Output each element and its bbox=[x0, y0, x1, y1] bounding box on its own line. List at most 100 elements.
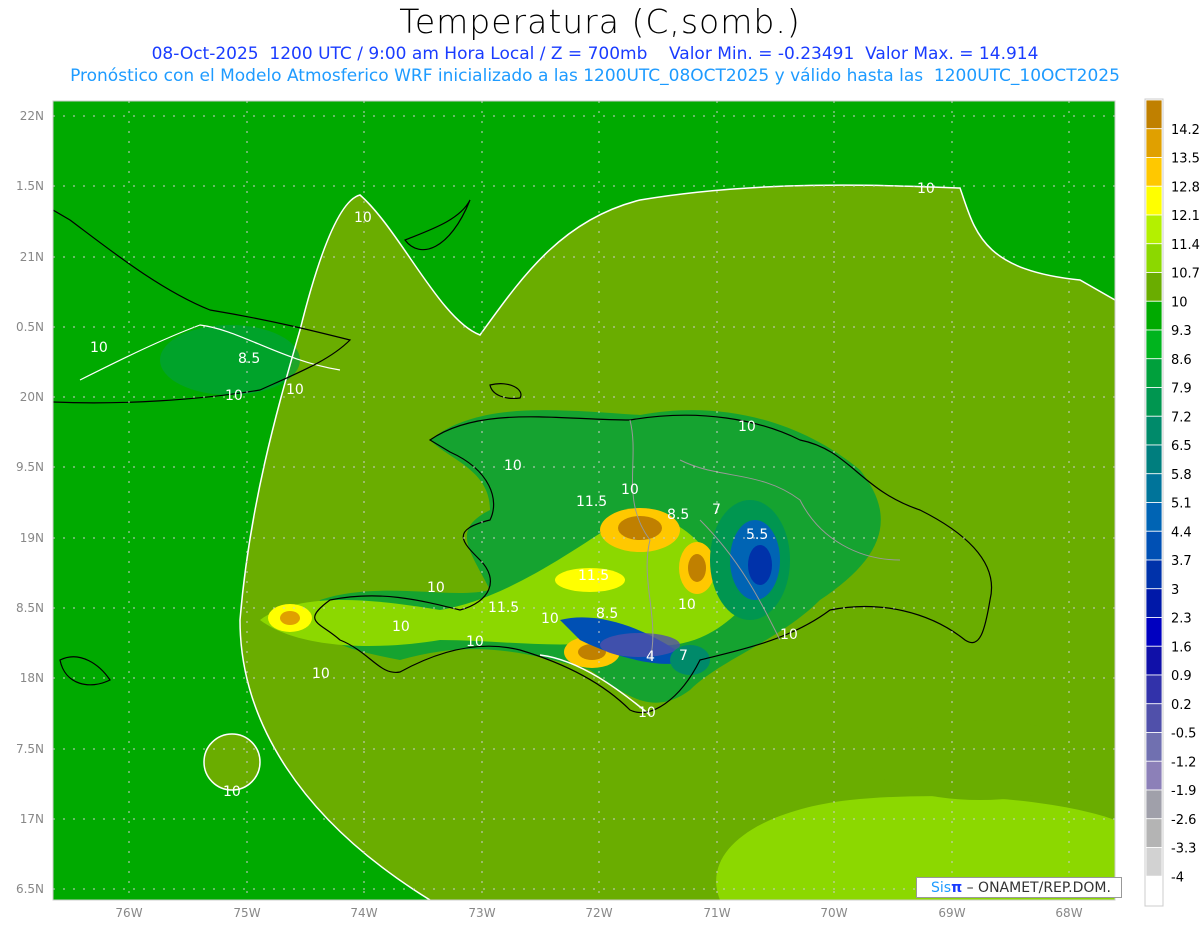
colorbar-label: 10 bbox=[1171, 295, 1188, 310]
svg-text:18N: 18N bbox=[20, 671, 44, 685]
colorbar-swatch bbox=[1145, 530, 1163, 561]
svg-text:68W: 68W bbox=[1055, 906, 1082, 920]
svg-text:9.5N: 9.5N bbox=[16, 460, 44, 474]
colorbar-label: 14.2 bbox=[1171, 123, 1200, 138]
svg-text:70W: 70W bbox=[820, 906, 847, 920]
svg-text:11.5: 11.5 bbox=[576, 494, 607, 510]
svg-text:10: 10 bbox=[354, 210, 372, 226]
svg-text:5.5: 5.5 bbox=[746, 527, 768, 543]
colorbar-label: -4 bbox=[1171, 870, 1184, 885]
svg-text:8.5: 8.5 bbox=[238, 351, 260, 367]
colorbar-swatch bbox=[1145, 157, 1163, 187]
svg-text:21N: 21N bbox=[20, 250, 44, 264]
colorbar-label: 3.7 bbox=[1171, 554, 1192, 569]
colorbar-label: -1.2 bbox=[1171, 755, 1196, 770]
svg-text:75W: 75W bbox=[233, 906, 260, 920]
svg-text:11.5: 11.5 bbox=[578, 568, 609, 584]
temperature-map: 10 10 10 8.5 10 10 10 10 11.5 10 8.5 7 5… bbox=[16, 98, 1200, 920]
colorbar-swatch bbox=[1145, 128, 1163, 158]
colorbar-swatch bbox=[1145, 300, 1163, 331]
svg-text:8.5: 8.5 bbox=[596, 606, 618, 622]
colorbar-swatch bbox=[1145, 645, 1163, 676]
svg-text:10: 10 bbox=[621, 482, 639, 498]
svg-text:73W: 73W bbox=[468, 906, 495, 920]
colorbar-swatch bbox=[1145, 214, 1163, 245]
svg-text:10: 10 bbox=[90, 340, 108, 356]
colorbar-label: 8.6 bbox=[1171, 353, 1192, 368]
colorbar-swatch bbox=[1145, 703, 1163, 733]
svg-text:76W: 76W bbox=[115, 906, 142, 920]
colorbar-swatch bbox=[1145, 185, 1163, 216]
colorbar-label: 13.5 bbox=[1171, 152, 1200, 167]
colorbar-label: 0.9 bbox=[1171, 669, 1192, 684]
colorbar-swatch bbox=[1145, 272, 1163, 302]
colorbar-swatch bbox=[1145, 875, 1163, 906]
colorbar-label: 2.3 bbox=[1171, 612, 1192, 627]
svg-text:1.5N: 1.5N bbox=[16, 179, 44, 193]
svg-text:8.5: 8.5 bbox=[667, 507, 689, 523]
svg-text:74W: 74W bbox=[350, 906, 377, 920]
colorbar-swatch bbox=[1145, 760, 1163, 791]
svg-text:10: 10 bbox=[225, 388, 243, 404]
svg-text:10: 10 bbox=[638, 705, 656, 721]
svg-text:10: 10 bbox=[312, 666, 330, 682]
colorbar-swatch bbox=[1145, 847, 1163, 877]
colorbar-label: 6.5 bbox=[1171, 439, 1192, 454]
colorbar-swatch bbox=[1145, 789, 1163, 820]
svg-text:10: 10 bbox=[427, 580, 445, 596]
svg-text:10: 10 bbox=[466, 634, 484, 650]
colorbar-swatch bbox=[1145, 444, 1163, 475]
colorbar-swatch bbox=[1145, 243, 1163, 273]
longitude-axis: 76W 75W 74W 73W 72W 71W 70W 69W 68W bbox=[115, 906, 1082, 920]
colorbar-label: 12.1 bbox=[1171, 209, 1200, 224]
colorbar-label: 1.6 bbox=[1171, 640, 1192, 655]
svg-text:0.5N: 0.5N bbox=[16, 320, 44, 334]
svg-text:10: 10 bbox=[286, 382, 304, 398]
onamet-logo: Sisπ – ONAMET/REP.DOM. bbox=[916, 877, 1122, 898]
colorbar-label: 11.4 bbox=[1171, 238, 1200, 253]
svg-text:10: 10 bbox=[541, 611, 559, 627]
colorbar-label: 5.1 bbox=[1171, 497, 1192, 512]
latitude-axis: 22N 1.5N 21N 0.5N 20N 9.5N 19N 8.5N 18N … bbox=[16, 109, 44, 896]
colorbar-label: -2.6 bbox=[1171, 813, 1196, 828]
svg-text:4: 4 bbox=[646, 649, 655, 665]
colorbar-swatch bbox=[1145, 732, 1163, 762]
colorbar-label: -3.3 bbox=[1171, 842, 1196, 857]
colorbar-label: 10.7 bbox=[1171, 267, 1200, 282]
svg-text:7.5N: 7.5N bbox=[16, 742, 44, 756]
colorbar-label: -1.9 bbox=[1171, 784, 1196, 799]
svg-text:20N: 20N bbox=[20, 390, 44, 404]
svg-text:10: 10 bbox=[780, 627, 798, 643]
colorbar-label: 7.9 bbox=[1171, 382, 1192, 397]
colorbar-swatch bbox=[1145, 415, 1163, 446]
colorbar-label: 9.3 bbox=[1171, 324, 1192, 339]
forecast-map-page: Temperatura (C,somb.) 08-Oct-2025 1200 U… bbox=[0, 0, 1200, 927]
colorbar-swatch bbox=[1145, 617, 1163, 647]
colorbar-swatch bbox=[1145, 818, 1163, 848]
svg-text:17N: 17N bbox=[20, 812, 44, 826]
colorbar-label: 12.8 bbox=[1171, 180, 1200, 195]
colorbar-legend: 14.2 13.5 12.8 12.1 11.4 10.7 10 9.3 8.6 7.9 7.2 6.… bbox=[1144, 98, 1200, 907]
colorbar-swatch bbox=[1145, 329, 1163, 360]
colorbar-label: -0.5 bbox=[1171, 727, 1196, 742]
colorbar-swatch bbox=[1145, 674, 1163, 705]
svg-text:6.5N: 6.5N bbox=[16, 882, 44, 896]
colorbar-swatch bbox=[1145, 559, 1163, 590]
colorbar-label: 7.2 bbox=[1171, 410, 1192, 425]
colorbar-swatch bbox=[1145, 473, 1163, 503]
svg-text:72W: 72W bbox=[585, 906, 612, 920]
svg-text:10: 10 bbox=[917, 181, 935, 197]
svg-text:19N: 19N bbox=[20, 531, 44, 545]
svg-text:8.5N: 8.5N bbox=[16, 601, 44, 615]
svg-text:10: 10 bbox=[392, 619, 410, 635]
svg-text:11.5: 11.5 bbox=[488, 600, 519, 616]
colorbar-swatch bbox=[1145, 502, 1163, 532]
svg-text:7: 7 bbox=[679, 648, 688, 664]
svg-text:71W: 71W bbox=[703, 906, 730, 920]
svg-text:22N: 22N bbox=[20, 109, 44, 123]
colorbar-swatch bbox=[1145, 99, 1163, 130]
svg-text:10: 10 bbox=[678, 597, 696, 613]
colorbar-label: 0.2 bbox=[1171, 698, 1192, 713]
svg-text:10: 10 bbox=[738, 419, 756, 435]
colorbar-label: 3 bbox=[1171, 583, 1179, 598]
